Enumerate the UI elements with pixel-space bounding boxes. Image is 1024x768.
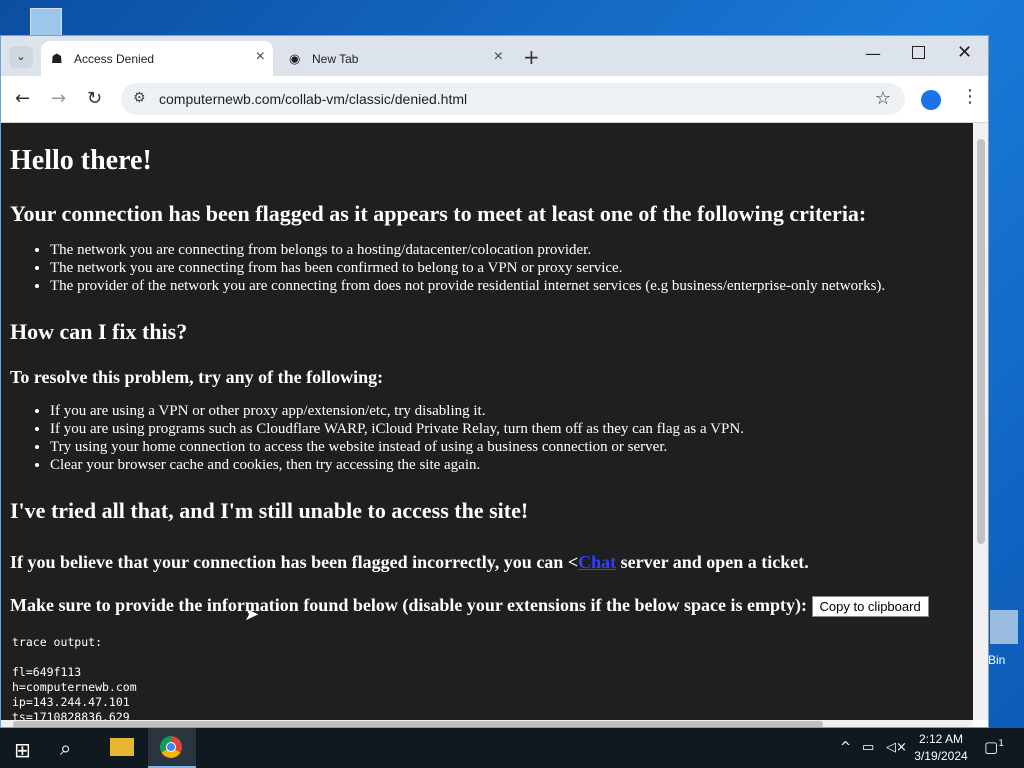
trace-output: trace output: fl=649f113 h=computernewb.… — [12, 635, 964, 720]
windows-start-icon[interactable]: ⊞ — [14, 738, 31, 762]
list-item: Try using your home connection to access… — [50, 438, 964, 456]
tab-search-chevron-icon[interactable]: ⌄ — [9, 46, 33, 68]
recycle-bin-icon[interactable] — [990, 610, 1018, 644]
fixes-list: If you are using a VPN or other proxy ap… — [10, 402, 964, 474]
new-tab-plus-icon[interactable]: + — [523, 45, 540, 69]
minimize-icon[interactable]: — — [865, 44, 881, 63]
back-arrow-icon[interactable]: ← — [15, 88, 30, 109]
url-text[interactable]: computernewb.com/collab-vm/classic/denie… — [159, 91, 467, 107]
tab-strip: ⌄ ☗ Access Denied × ◉ New Tab × + — ✕ — [1, 36, 988, 76]
chrome-icon — [160, 736, 182, 758]
make-sure-label: Make sure to provide the information fou… — [10, 595, 808, 615]
profile-avatar-icon[interactable] — [921, 90, 941, 110]
bookmark-star-icon[interactable]: ☆ — [875, 88, 891, 109]
trace-line: h=computernewb.com — [12, 680, 137, 695]
search-icon[interactable]: ⌕ — [60, 736, 71, 760]
reload-icon[interactable]: ↻ — [87, 88, 102, 109]
tried-heading: I've tried all that, and I'm still unabl… — [10, 498, 529, 523]
chrome-favicon-icon: ◉ — [289, 51, 301, 66]
tab-title: Access Denied — [74, 52, 155, 66]
make-sure-text: Make sure to provide the information fou… — [10, 595, 964, 618]
trace-label: trace output: — [12, 635, 103, 650]
notification-count: 1 — [998, 739, 1004, 749]
page-favicon-icon: ☗ — [51, 51, 63, 66]
tab-title: New Tab — [312, 52, 359, 66]
horizontal-scroll-thumb[interactable] — [13, 721, 823, 727]
notifications-icon[interactable]: ▢1 — [984, 738, 1004, 756]
flag-text-before: If you believe that your connection has … — [10, 552, 579, 572]
chrome-taskbar-button[interactable] — [148, 728, 196, 768]
clock-time: 2:12 AM — [918, 732, 964, 746]
mouse-cursor-icon: ➤ — [244, 604, 260, 624]
clock-date: 3/19/2024 — [914, 749, 968, 763]
forward-arrow-icon[interactable]: → — [51, 88, 66, 109]
trace-line: ts=1710828836.629 — [12, 710, 130, 720]
site-info-icon[interactable]: ⚙ — [133, 90, 146, 106]
list-item: The network you are connecting from belo… — [50, 241, 964, 259]
tab-new-tab[interactable]: ◉ New Tab × — [279, 41, 511, 76]
page-content: Hello there! Your connection has been fl… — [1, 123, 973, 720]
tab-access-denied[interactable]: ☗ Access Denied × — [41, 41, 273, 76]
chrome-window: ⌄ ☗ Access Denied × ◉ New Tab × + — ✕ ← … — [0, 35, 989, 728]
horizontal-scrollbar[interactable] — [1, 720, 973, 727]
trace-line: ip=143.244.47.101 — [12, 695, 130, 710]
vertical-scroll-thumb[interactable] — [977, 139, 985, 544]
recycle-bin-label[interactable]: Bin — [988, 653, 1005, 667]
criteria-heading: Your connection has been flagged as it a… — [10, 201, 867, 226]
address-bar[interactable]: ⚙ computernewb.com/collab-vm/classic/den… — [121, 83, 905, 115]
criteria-list: The network you are connecting from belo… — [10, 241, 964, 295]
menu-kebab-icon[interactable]: ⋮ — [961, 86, 979, 107]
network-icon[interactable]: ▭ — [862, 740, 874, 755]
list-item: The network you are connecting from has … — [50, 259, 964, 277]
fix-heading: How can I fix this? — [10, 319, 188, 344]
chat-link[interactable]: Chat — [578, 552, 616, 572]
list-item: Clear your browser cache and cookies, th… — [50, 456, 964, 474]
desktop-folder-icon[interactable] — [30, 8, 62, 36]
maximize-icon[interactable] — [912, 46, 925, 59]
list-item: The provider of the network you are conn… — [50, 277, 964, 295]
trace-line: fl=649f113 — [12, 665, 82, 680]
close-tab-icon[interactable]: × — [494, 48, 503, 66]
taskbar: ⊞ ⌕ ^ ▭ ◁× 2:12 AM 3/19/2024 ▢1 — [0, 728, 1024, 768]
resolve-heading: To resolve this problem, try any of the … — [10, 367, 384, 387]
browser-toolbar: ← → ↻ ⚙ computernewb.com/collab-vm/class… — [1, 76, 988, 123]
copy-to-clipboard-button[interactable]: Copy to clipboard — [811, 596, 929, 618]
list-item: If you are using programs such as Cloudf… — [50, 420, 964, 438]
clock[interactable]: 2:12 AM 3/19/2024 — [906, 731, 976, 765]
close-tab-icon[interactable]: × — [256, 48, 265, 66]
tray-chevron-icon[interactable]: ^ — [840, 740, 851, 755]
page-heading: Hello there! — [10, 145, 152, 176]
list-item: If you are using a VPN or other proxy ap… — [50, 402, 964, 420]
volume-muted-icon[interactable]: ◁× — [886, 740, 907, 755]
flag-text-after: server and open a ticket. — [616, 552, 809, 572]
file-explorer-icon[interactable] — [110, 738, 134, 756]
window-close-icon[interactable]: ✕ — [957, 42, 972, 63]
vertical-scrollbar[interactable] — [973, 123, 988, 720]
flagged-incorrectly-text: If you believe that your connection has … — [10, 552, 964, 573]
